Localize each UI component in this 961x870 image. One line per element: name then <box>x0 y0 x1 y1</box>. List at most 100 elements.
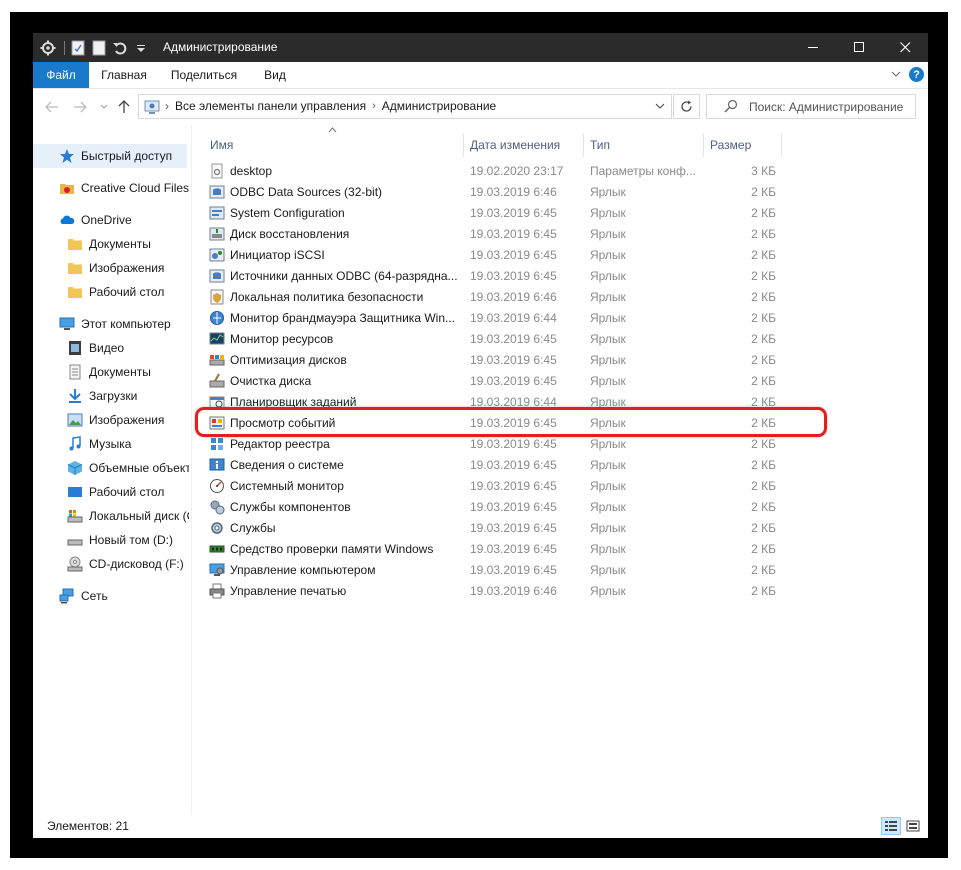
file-size: 2 КБ <box>751 521 776 535</box>
title-bar: Администрирование <box>33 33 928 62</box>
file-row[interactable]: Сведения о системе 19.03.2019 6:45 Ярлык… <box>192 455 792 476</box>
file-date: 19.03.2019 6:46 <box>470 185 557 199</box>
sidebar-item-onedrive-documents[interactable]: Документы <box>67 232 189 256</box>
quick-access-toolbar <box>39 38 153 57</box>
file-type: Ярлык <box>590 311 626 325</box>
component-services-icon <box>210 500 225 515</box>
column-header-date[interactable]: Дата изменения <box>464 133 584 157</box>
sidebar-item-new-volume-d[interactable]: Новый том (D:) <box>67 528 189 552</box>
file-row[interactable]: Управление компьютером 19.03.2019 6:45 Я… <box>192 560 792 581</box>
sidebar-item-desktop[interactable]: Рабочий стол <box>67 480 189 504</box>
sidebar-item-videos[interactable]: Видео <box>67 336 189 360</box>
sidebar-item-onedrive-pictures[interactable]: Изображения <box>67 256 189 280</box>
help-button[interactable]: ? <box>909 67 924 82</box>
file-name: Источники данных ODBC (64-разрядна... <box>230 269 458 283</box>
breadcrumb-separator[interactable]: › <box>372 95 376 118</box>
file-row[interactable]: Редактор реестра 19.03.2019 6:45 Ярлык 2… <box>192 434 792 455</box>
sidebar-item-onedrive-desktop[interactable]: Рабочий стол <box>67 280 189 304</box>
column-header-type[interactable]: Тип <box>584 133 704 157</box>
file-row[interactable]: Монитор ресурсов 19.03.2019 6:45 Ярлык 2… <box>192 329 792 350</box>
file-row[interactable]: desktop 19.02.2020 23:17 Параметры конф.… <box>192 161 792 182</box>
file-date: 19.03.2019 6:45 <box>470 227 557 241</box>
column-header-size[interactable]: Размер <box>704 133 782 157</box>
file-row[interactable]: Системный монитор 19.03.2019 6:45 Ярлык … <box>192 476 792 497</box>
properties-icon[interactable] <box>69 39 87 57</box>
memory-diagnostic-icon <box>209 545 225 553</box>
breadcrumb: › Все элементы панели управления › Админ… <box>165 95 496 118</box>
tab-view[interactable]: Вид <box>255 62 295 88</box>
registry-editor-icon <box>211 438 223 450</box>
sidebar-item-label: Музыка <box>89 437 132 451</box>
defrag-icon <box>209 355 225 366</box>
file-row[interactable]: Управление печатью 19.03.2019 6:46 Ярлык… <box>192 581 792 602</box>
file-name: Монитор ресурсов <box>230 332 334 346</box>
maximize-button[interactable] <box>836 33 882 62</box>
file-row[interactable]: Оптимизация дисков 19.03.2019 6:45 Ярлык… <box>192 350 792 371</box>
navigation-bar: › Все элементы панели управления › Админ… <box>33 89 928 125</box>
breadcrumb-separator[interactable]: › <box>165 95 169 118</box>
file-row[interactable]: Диск восстановления 19.03.2019 6:45 Ярлы… <box>192 224 792 245</box>
column-header-name[interactable]: Имя <box>204 133 464 157</box>
file-row[interactable]: Службы компонентов 19.03.2019 6:45 Ярлык… <box>192 497 792 518</box>
sidebar-item-label: Рабочий стол <box>89 285 165 299</box>
control-panel-icon <box>143 98 161 116</box>
undo-icon[interactable] <box>111 39 129 57</box>
creative-cloud-icon <box>59 180 75 196</box>
file-name: Средство проверки памяти Windows <box>230 542 434 556</box>
file-type: Ярлык <box>590 374 626 388</box>
computer-icon <box>59 316 75 332</box>
file-row[interactable]: Службы 19.03.2019 6:45 Ярлык 2 КБ <box>192 518 792 539</box>
close-button[interactable] <box>882 33 928 62</box>
file-type: Ярлык <box>590 227 626 241</box>
forward-button[interactable] <box>71 98 89 116</box>
large-icons-view-button[interactable] <box>903 817 923 835</box>
back-button[interactable] <box>43 98 61 116</box>
sidebar-item-quick-access[interactable]: Быстрый доступ <box>33 144 187 168</box>
large-icons-view-icon <box>906 820 920 832</box>
recent-locations-button[interactable] <box>95 98 113 116</box>
file-row[interactable]: Средство проверки памяти Windows 19.03.2… <box>192 539 792 560</box>
recovery-drive-icon <box>209 227 225 241</box>
file-type: Ярлык <box>590 332 626 346</box>
customize-toolbar-icon[interactable] <box>132 39 150 57</box>
sidebar-item-local-disk-c[interactable]: Локальный диск (C <box>67 504 189 528</box>
tab-home[interactable]: Главная <box>91 62 157 88</box>
breadcrumb-administration[interactable]: Администрирование <box>382 95 496 118</box>
sidebar-item-onedrive[interactable]: OneDrive <box>59 208 189 232</box>
sidebar-item-cd-drive-f[interactable]: CD-дисковод (F:) <box>67 552 189 576</box>
sidebar-item-pictures[interactable]: Изображения <box>67 408 189 432</box>
sidebar-item-3d-objects[interactable]: Объемные объект <box>67 456 189 480</box>
minimize-button[interactable] <box>790 33 836 62</box>
details-view-button[interactable] <box>881 817 901 835</box>
sidebar-item-network[interactable]: Сеть <box>59 584 189 608</box>
file-row[interactable]: Источники данных ODBC (64-разрядна... 19… <box>192 266 792 287</box>
address-bar[interactable]: › Все элементы панели управления › Админ… <box>138 94 672 119</box>
new-folder-icon[interactable] <box>90 39 108 57</box>
breadcrumb-all-control-panel-items[interactable]: Все элементы панели управления <box>175 95 366 118</box>
file-type: Ярлык <box>590 542 626 556</box>
tab-file[interactable]: Файл <box>33 62 89 88</box>
sidebar-item-documents[interactable]: Документы <box>67 360 189 384</box>
sidebar-item-label: Этот компьютер <box>81 317 171 331</box>
file-row[interactable]: Инициатор iSCSI 19.03.2019 6:45 Ярлык 2 … <box>192 245 792 266</box>
sidebar-item-creative-cloud[interactable]: Creative Cloud Files <box>59 176 189 200</box>
file-row[interactable]: Локальная политика безопасности 19.03.20… <box>192 287 792 308</box>
ribbon-tabs: Файл Главная Поделиться Вид ? <box>33 62 928 89</box>
up-button[interactable] <box>115 98 133 116</box>
address-dropdown-button[interactable] <box>649 95 671 118</box>
expand-ribbon-button[interactable] <box>891 71 901 78</box>
file-type: Ярлык <box>590 248 626 262</box>
sidebar-item-this-pc[interactable]: Этот компьютер <box>59 312 189 336</box>
help-icon: ? <box>913 68 920 81</box>
file-row[interactable]: Очистка диска 19.03.2019 6:45 Ярлык 2 КБ <box>192 371 792 392</box>
search-input[interactable] <box>749 97 914 116</box>
tab-share[interactable]: Поделиться <box>163 62 245 88</box>
file-row[interactable]: Монитор брандмауэра Защитника Win... 19.… <box>192 308 792 329</box>
file-row[interactable]: ODBC Data Sources (32-bit) 19.03.2019 6:… <box>192 182 792 203</box>
sidebar-item-music[interactable]: Музыка <box>67 432 189 456</box>
control-panel-icon[interactable] <box>39 39 57 57</box>
refresh-button[interactable] <box>673 94 700 119</box>
sidebar-item-downloads[interactable]: Загрузки <box>67 384 189 408</box>
file-row[interactable]: System Configuration 19.03.2019 6:45 Ярл… <box>192 203 792 224</box>
file-size: 2 КБ <box>751 290 776 304</box>
